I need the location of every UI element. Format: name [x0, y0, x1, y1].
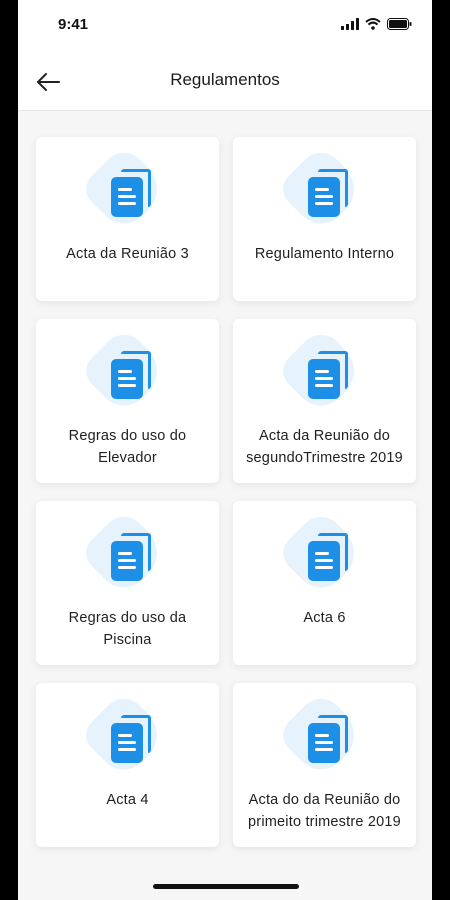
document-label: Acta da Reunião 3 [66, 246, 189, 262]
document-icon [78, 689, 169, 781]
document-icon [78, 325, 169, 417]
document-card[interactable]: Regulamento Interno [233, 137, 416, 301]
document-icon [275, 507, 366, 599]
page-title: Regulamentos [170, 70, 280, 89]
document-icon [275, 143, 366, 235]
document-label: Acta 4 [106, 792, 149, 808]
document-icon [78, 143, 169, 235]
document-icon [78, 507, 169, 599]
document-card[interactable]: Regras do uso da Piscina [36, 501, 219, 665]
document-label: Acta 6 [303, 610, 346, 626]
signal-icon [341, 18, 359, 30]
document-card[interactable]: Acta do da Reunião do primeito trimestre… [233, 683, 416, 847]
app-screen: 9:41 Regulamentos Acta da Reunião 3 Regu… [18, 0, 432, 900]
document-card[interactable]: Acta 4 [36, 683, 219, 847]
document-icon [275, 325, 366, 417]
document-label: Regulamento Interno [254, 246, 395, 262]
status-bar: 9:41 [18, 0, 432, 52]
document-card[interactable]: Regras do uso do Elevador [36, 319, 219, 483]
document-label: Regras do uso do Elevador [68, 428, 187, 466]
document-card[interactable]: Acta 6 [233, 501, 416, 665]
document-label: Acta da Reunião do segundoTrimestre 2019 [246, 428, 403, 466]
status-icons [341, 18, 412, 30]
document-card[interactable]: Acta da Reunião 3 [36, 137, 219, 301]
document-card[interactable]: Acta da Reunião do segundoTrimestre 2019 [233, 319, 416, 483]
status-time: 9:41 [58, 16, 89, 33]
battery-icon [387, 18, 412, 30]
bottom-area [18, 866, 432, 900]
document-label: Regras do uso da Piscina [68, 610, 187, 648]
home-indicator[interactable] [153, 884, 299, 889]
document-icon [275, 689, 366, 781]
header-bar: Regulamentos [18, 52, 432, 111]
document-label: Acta do da Reunião do primeito trimestre… [248, 792, 401, 830]
documents-grid: Acta da Reunião 3 Regulamento Interno Re… [36, 137, 418, 847]
wifi-icon [365, 18, 381, 30]
